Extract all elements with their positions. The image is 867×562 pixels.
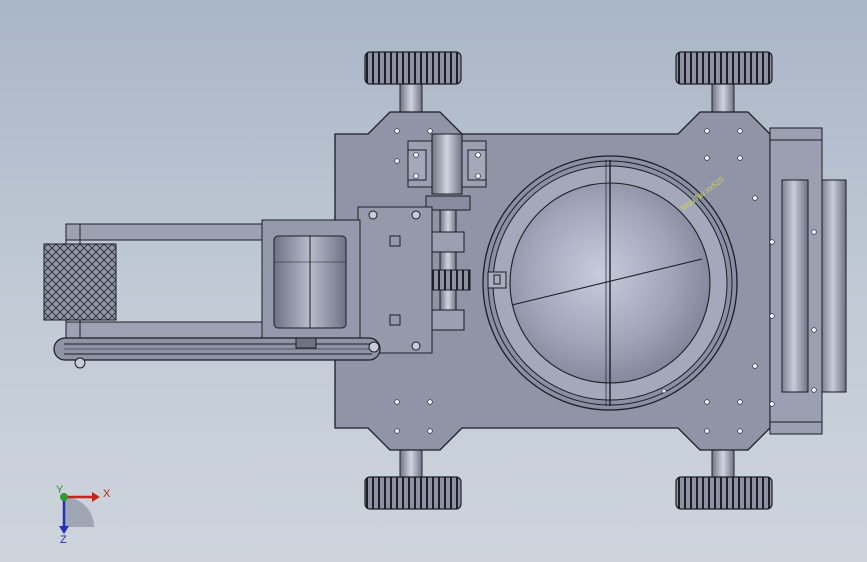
triad-x-label: X [103, 488, 111, 500]
front-spike-brush [43, 243, 117, 321]
mounting-hole [737, 128, 743, 134]
drive-belt [53, 337, 381, 369]
motor-housing [261, 219, 361, 339]
mounting-hole [752, 363, 758, 369]
mounting-hole [704, 399, 710, 405]
mounting-hole [394, 428, 400, 434]
mounting-hole [394, 399, 400, 405]
wheel-bottom-left [364, 449, 462, 510]
mounting-hole [769, 239, 775, 245]
mounting-hole [704, 128, 710, 134]
mounting-hole [769, 313, 775, 319]
mounting-hole [737, 399, 743, 405]
wheel-top-left [364, 51, 462, 115]
triad-y-label: Y [56, 484, 64, 496]
mounting-hole [811, 387, 817, 393]
mounting-hole [427, 399, 433, 405]
mounting-hole [737, 155, 743, 161]
axis-triad: X Y Z [56, 484, 111, 546]
mounting-hole [427, 428, 433, 434]
wheel-top-right [675, 51, 773, 115]
side-roller-assembly [769, 127, 847, 435]
mounting-hole [394, 158, 400, 164]
mounting-hole [811, 229, 817, 235]
mounting-hole [704, 155, 710, 161]
mounting-hole [769, 401, 775, 407]
mounting-hole [427, 128, 433, 134]
triad-z-label: Z [60, 534, 67, 546]
mounting-hole [737, 428, 743, 434]
mounting-hole [752, 195, 758, 201]
cad-viewport[interactable]: Mou Nu xx525 X Y Z [0, 0, 867, 562]
wheel-bottom-right [675, 449, 773, 510]
bearing-block [407, 133, 487, 195]
mounting-hole [394, 128, 400, 134]
mounting-hole [811, 327, 817, 333]
gearbox-plate [357, 206, 433, 354]
mounting-hole [704, 428, 710, 434]
